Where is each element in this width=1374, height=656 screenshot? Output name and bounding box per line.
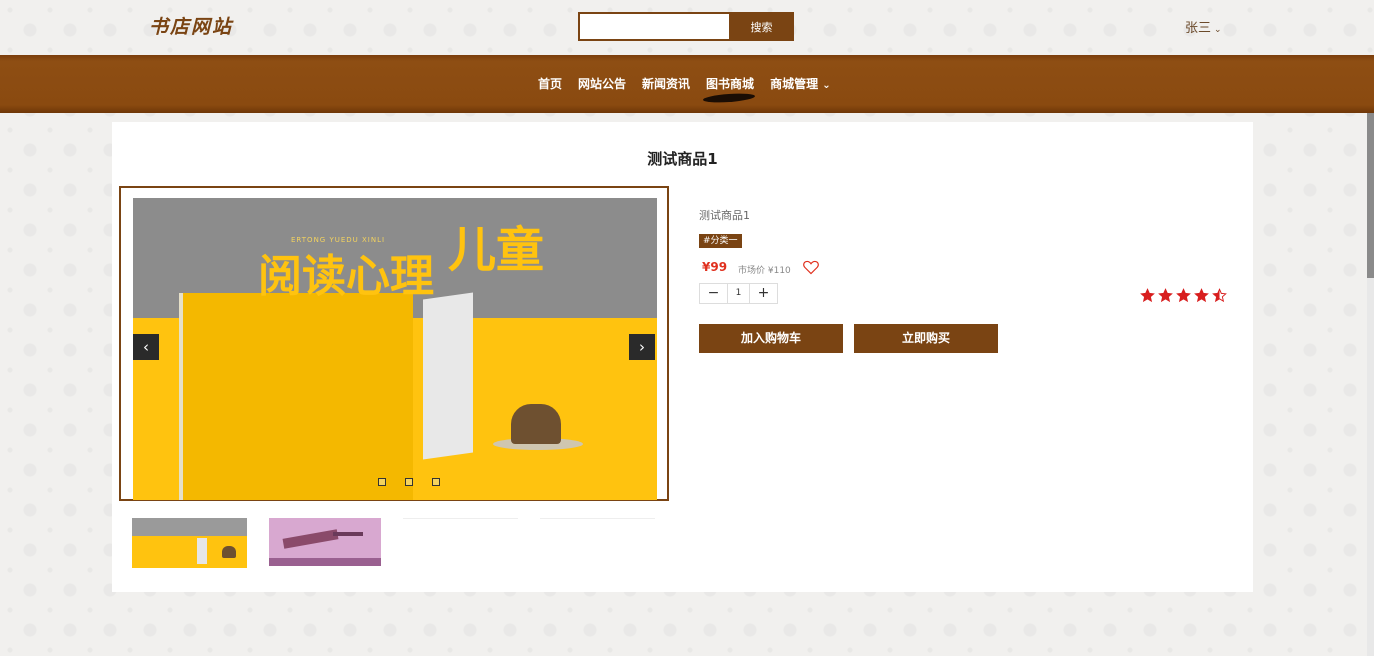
- cover-figure: [511, 404, 561, 444]
- nav-item-home[interactable]: 首页: [538, 75, 562, 92]
- thumb-cover-figure: [222, 546, 236, 558]
- nav-item-news[interactable]: 新闻资讯: [642, 75, 690, 92]
- carousel-indicators: [378, 478, 440, 486]
- quantity-value[interactable]: 1: [728, 283, 749, 304]
- thumbnail-strip: [132, 518, 655, 568]
- thumb-cover-line: [333, 532, 363, 536]
- chevron-right-icon[interactable]: ›: [629, 334, 655, 360]
- user-menu[interactable]: 张三 ⌄: [1185, 17, 1222, 36]
- thumbnail-3[interactable]: [403, 518, 518, 568]
- nav-item-label: 商城管理: [770, 77, 819, 91]
- carousel-dot[interactable]: [378, 478, 386, 486]
- thumb-cover-gray: [132, 518, 247, 536]
- nav-item-book-mall[interactable]: 图书商城: [706, 75, 754, 92]
- page-title: 测试商品1: [647, 150, 718, 168]
- product-name: 测试商品1: [699, 209, 750, 222]
- search-bar: 搜索: [578, 12, 794, 41]
- star-full-icon: [1194, 288, 1209, 303]
- site-logo[interactable]: 书店网站: [149, 12, 233, 39]
- decrease-button[interactable]: −: [699, 283, 728, 304]
- thumb-cover-shape: [282, 529, 339, 549]
- main-nav: 首页 网站公告 新闻资讯 图书商城 商城管理 ⌄: [0, 55, 1374, 113]
- product-price: ¥99: [702, 260, 728, 274]
- product-detail-card: 测试商品1 儿童 ERTONG YUEDU XINLI 阅读心理 ‹ › 测试商…: [112, 122, 1253, 592]
- market-price: 市场价 ¥110: [738, 266, 791, 276]
- thumbnail-1[interactable]: [132, 518, 247, 568]
- add-to-cart-button[interactable]: 加入购物车: [699, 324, 843, 353]
- cover-title-bottom: 阅读心理: [258, 251, 434, 302]
- rating-stars: [1140, 288, 1227, 303]
- nav-item-announcements[interactable]: 网站公告: [578, 75, 626, 92]
- star-full-icon: [1140, 288, 1155, 303]
- star-full-icon: [1158, 288, 1173, 303]
- star-full-icon: [1176, 288, 1191, 303]
- chevron-left-icon[interactable]: ‹: [133, 334, 159, 360]
- thumbnail-4[interactable]: [540, 518, 655, 568]
- chevron-down-icon: ⌄: [822, 80, 831, 91]
- cover-wall: [423, 292, 473, 460]
- carousel-slide-image: 儿童 ERTONG YUEDU XINLI 阅读心理: [133, 198, 657, 500]
- carousel-dot[interactable]: [432, 478, 440, 486]
- buy-now-button[interactable]: 立即购买: [854, 324, 998, 353]
- category-tag[interactable]: #分类一: [699, 234, 742, 248]
- thumb-cover-strip: [269, 558, 381, 566]
- cover-door: [183, 293, 413, 500]
- quantity-stepper: − 1 +: [699, 283, 778, 304]
- user-name: 张三: [1185, 21, 1212, 36]
- cover-title-top: 儿童: [448, 222, 545, 278]
- scrollbar-thumb[interactable]: [1367, 113, 1374, 278]
- search-button[interactable]: 搜索: [729, 12, 794, 41]
- top-header: 书店网站 搜索 张三 ⌄: [0, 0, 1374, 55]
- thumb-cover-wall: [197, 538, 207, 564]
- thumbnail-2[interactable]: [269, 518, 381, 566]
- heart-outline-icon[interactable]: [802, 259, 820, 275]
- search-input[interactable]: [578, 12, 729, 41]
- increase-button[interactable]: +: [749, 283, 778, 304]
- chevron-down-icon: ⌄: [1214, 25, 1222, 35]
- image-carousel: 儿童 ERTONG YUEDU XINLI 阅读心理 ‹ ›: [119, 186, 669, 501]
- star-half-icon: [1212, 288, 1227, 303]
- page-scrollbar[interactable]: [1367, 113, 1374, 656]
- nav-item-mall-management[interactable]: 商城管理 ⌄: [770, 75, 831, 92]
- carousel-dot[interactable]: [405, 478, 413, 486]
